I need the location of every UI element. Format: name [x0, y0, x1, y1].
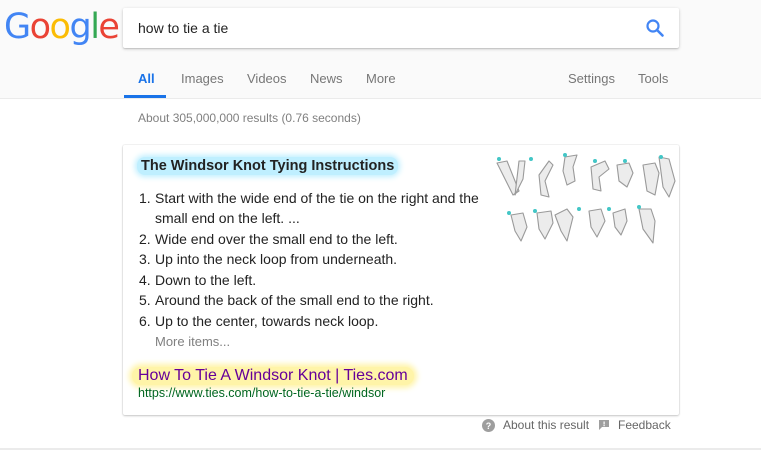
feedback-link[interactable]: Feedback [598, 418, 671, 432]
header-bar: Google All Images Videos News More Setti… [0, 0, 761, 99]
step-text: Up to the center, towards neck loop. [155, 312, 379, 329]
tab-videos[interactable]: Videos [247, 71, 287, 86]
step-number: 6. [139, 312, 151, 329]
logo-letter: g [69, 7, 91, 47]
snippet-thumbnail[interactable] [493, 151, 678, 247]
tab-news[interactable]: News [310, 71, 343, 86]
logo-letter: o [49, 7, 71, 47]
about-label: About this result [503, 418, 590, 432]
step-text: Up into the neck loop from underneath. [155, 251, 398, 267]
search-icon [646, 19, 664, 37]
tab-more[interactable]: More [366, 71, 396, 86]
about-this-result-link[interactable]: ? About this result [482, 418, 589, 432]
step-number: 2. [139, 230, 151, 247]
search-box [123, 8, 679, 48]
tie-knot-diagram-icon [496, 153, 676, 244]
tab-all[interactable]: All [138, 71, 155, 86]
feedback-icon [599, 420, 609, 430]
list-item: 5. Around the back of the small end to th… [139, 290, 484, 310]
help-icon: ? [482, 418, 495, 432]
tab-images[interactable]: Images [181, 71, 224, 86]
snippet-title: The Windsor Knot Tying Instructions [137, 157, 399, 175]
list-item: 6. Up to the center, towards neck loop. [139, 311, 484, 331]
step-text: Down to the left. [155, 271, 257, 288]
svg-text:?: ? [486, 421, 492, 431]
step-number: 1. [139, 190, 151, 206]
result-title-link[interactable]: How To Tie A Windsor Knot | Ties.com [132, 367, 414, 385]
list-item: 2. Wide end over the small end to the lef… [139, 229, 484, 249]
tools-link[interactable]: Tools [638, 71, 668, 86]
google-logo[interactable]: Google [4, 5, 120, 49]
logo-letter: o [29, 7, 51, 47]
result-stats: About 305,000,000 results (0.76 seconds) [138, 111, 361, 125]
step-text: Around the back of the small end to the … [155, 292, 434, 308]
step-text: Wide end over the small end to the left. [155, 230, 398, 247]
more-items-link[interactable]: More items... [155, 334, 230, 349]
list-item: 1. Start with the wide end of the tie on … [139, 188, 484, 228]
step-number: 4. [139, 271, 151, 288]
settings-link[interactable]: Settings [568, 71, 615, 86]
step-number: 5. [139, 292, 151, 308]
step-number: 3. [139, 251, 151, 267]
result-url: https://www.ties.com/how-to-tie-a-tie/wi… [138, 386, 386, 400]
search-button[interactable] [645, 18, 665, 38]
feedback-label: Feedback [618, 418, 671, 432]
step-text: Start with the wide end of the tie on th… [155, 190, 479, 226]
featured-snippet-card: The Windsor Knot Tying Instructions 1. St… [123, 145, 679, 415]
search-input[interactable] [138, 8, 618, 48]
active-tab-indicator [124, 95, 166, 98]
list-item: 3. Up into the neck loop from underneath. [139, 249, 484, 269]
logo-letter: G [4, 7, 31, 47]
snippet-steps-list: 1. Start with the wide end of the tie on … [139, 188, 484, 331]
list-item: 4. Down to the left. [139, 270, 484, 290]
logo-letter: e [98, 7, 120, 47]
